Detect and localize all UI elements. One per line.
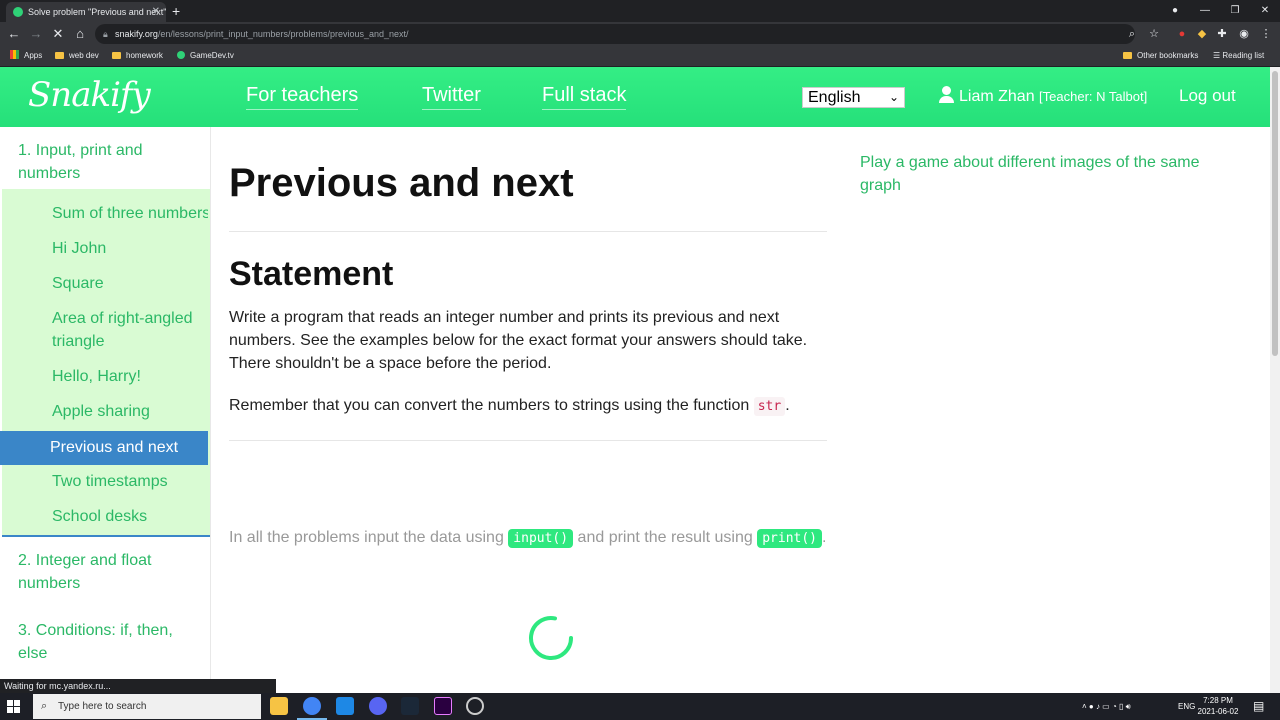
loading-spinner-icon — [529, 616, 573, 660]
print-code: print() — [757, 529, 823, 548]
bookmarks-bar: Apps web dev homework GameDev.tv Other b… — [0, 46, 1280, 67]
tray-icons[interactable]: ˄ ● ♪ ▭ ◔ ▯ 🔊︎ — [1082, 693, 1131, 720]
remember-text: Remember that you can convert the number… — [229, 397, 790, 416]
sidebar-item-square[interactable]: Square — [52, 272, 208, 295]
bookmark-other[interactable]: Other bookmarks — [1123, 46, 1198, 66]
apps-grid-icon — [10, 50, 19, 59]
site-header: Snakify For teachers Twitter Full stack … — [0, 67, 1270, 127]
browser-status-bar: Waiting for mc.yandex.ru... — [0, 679, 276, 693]
taskbar-clock[interactable]: 7:28 PM 2021-06-02 — [1197, 695, 1239, 717]
discord-icon[interactable] — [369, 697, 387, 715]
input-language[interactable]: ENG — [1178, 693, 1195, 720]
sidebar-item-school-desks[interactable]: School desks — [52, 505, 208, 528]
search-icon: ⌕ — [41, 700, 48, 712]
sidebar-item-hi-john[interactable]: Hi John — [52, 237, 208, 260]
home-icon[interactable]: ⌂ — [70, 24, 90, 44]
reading-list[interactable]: ☰ Reading list — [1213, 46, 1264, 66]
folder-icon — [112, 52, 121, 59]
url-host: snakify.org — [115, 29, 158, 39]
extension-shield-icon[interactable]: ◆ — [1194, 26, 1210, 42]
sidebar-item-two-timestamps[interactable]: Two timestamps — [52, 470, 208, 493]
windows-taskbar: ⌕ Type here to search ˄ ● ♪ ▭ ◔ ▯ 🔊︎ ENG… — [0, 693, 1280, 720]
sidebar-item-sum-of-three-numbers[interactable]: Sum of three numbers — [52, 202, 208, 225]
new-tab-button[interactable]: + — [172, 1, 180, 21]
logout-link[interactable]: Log out — [1179, 86, 1236, 106]
snakify-favicon-icon — [13, 7, 23, 17]
minimize-window-icon[interactable]: — — [1190, 0, 1220, 22]
snakify-logo[interactable]: Snakify — [28, 75, 151, 115]
vscode-icon[interactable] — [336, 697, 354, 715]
bookmark-apps[interactable]: Apps — [10, 46, 42, 66]
nav-for-teachers[interactable]: For teachers — [246, 84, 359, 110]
file-explorer-icon[interactable] — [270, 697, 288, 715]
zoom-icon[interactable]: ⌕ — [1124, 26, 1140, 42]
sidebar-item-hello-harry[interactable]: Hello, Harry! — [52, 365, 208, 388]
browser-tab-strip: Solve problem "Previous and next" ✕ + ● … — [0, 0, 1280, 22]
close-window-icon[interactable]: ✕ — [1250, 0, 1280, 22]
browser-tab[interactable]: Solve problem "Previous and next" ✕ — [6, 2, 166, 22]
extensions-puzzle-icon[interactable]: ✚ — [1214, 26, 1230, 42]
obs-icon[interactable] — [466, 697, 484, 715]
tab-title: Solve problem "Previous and next" — [28, 7, 166, 17]
statement-heading: Statement — [229, 255, 394, 293]
scrollbar-thumb[interactable] — [1272, 71, 1278, 356]
bookmark-star-icon[interactable]: ☆ — [1146, 26, 1162, 42]
profile-menu-icon[interactable]: ● — [1160, 0, 1190, 22]
input-output-note: In all the problems input the data using… — [229, 529, 827, 548]
forward-icon[interactable]: → — [26, 24, 46, 44]
user-icon — [938, 86, 955, 103]
steam-icon[interactable] — [401, 697, 419, 715]
section-input-print-numbers[interactable]: 1. Input, print and numbers — [18, 139, 198, 185]
windows-start-icon[interactable] — [7, 700, 20, 713]
statement-divider — [229, 440, 827, 441]
search-placeholder: Type here to search — [58, 701, 147, 712]
address-bar[interactable]: 🔒︎ snakify.org/en/lessons/print_input_nu… — [95, 24, 1135, 44]
section-integer-float[interactable]: 2. Integer and float numbers — [18, 549, 198, 595]
browser-menu-icon[interactable]: ⋮ — [1258, 26, 1274, 42]
nav-twitter[interactable]: Twitter — [422, 84, 481, 110]
url-path: /en/lessons/print_input_numbers/problems… — [157, 29, 409, 39]
gamedev-icon — [177, 51, 185, 59]
stop-loading-icon[interactable]: ✕ — [48, 24, 68, 44]
browser-toolbar: ← → ✕ ⌂ 🔒︎ snakify.org/en/lessons/print_… — [0, 22, 1280, 46]
chrome-icon[interactable] — [297, 697, 327, 720]
sidebar-item-apple-sharing[interactable]: Apple sharing — [52, 400, 208, 423]
nav-full-stack[interactable]: Full stack — [542, 84, 627, 110]
sidebar-item-previous-and-next[interactable]: Previous and next — [0, 431, 208, 465]
restore-window-icon[interactable]: ❐ — [1220, 0, 1250, 22]
lessons-sidebar: 1. Input, print and numbers Sum of three… — [0, 127, 211, 693]
lock-icon: 🔒︎ — [103, 29, 108, 39]
back-icon[interactable]: ← — [4, 24, 24, 44]
tab-close-icon[interactable]: ✕ — [152, 2, 160, 22]
str-code: str — [753, 397, 786, 416]
user-name: Liam Zhan — [959, 88, 1035, 105]
bookmark-web-dev[interactable]: web dev — [55, 46, 99, 66]
teacher-label: [Teacher: N Talbot] — [1039, 89, 1148, 104]
statement-text: Write a program that reads an integer nu… — [229, 309, 808, 372]
title-divider — [229, 231, 827, 232]
page-title: Previous and next — [229, 161, 574, 205]
language-value: English — [808, 89, 861, 106]
section-divider — [2, 535, 210, 537]
section-conditions[interactable]: 3. Conditions: if, then, else — [18, 619, 198, 665]
graph-game-link[interactable]: Play a game about different images of th… — [860, 151, 1240, 197]
profile-avatar-icon[interactable]: ◉ — [1236, 26, 1252, 42]
taskbar-search[interactable]: ⌕ Type here to search — [33, 694, 261, 719]
folder-icon — [1123, 52, 1132, 59]
premiere-icon[interactable] — [434, 697, 452, 715]
page-scrollbar[interactable] — [1270, 67, 1280, 693]
folder-icon — [55, 52, 64, 59]
input-code: input() — [508, 529, 574, 548]
bookmark-gamedev[interactable]: GameDev.tv — [177, 46, 234, 66]
language-select[interactable]: English ⌄ — [802, 87, 905, 108]
user-info[interactable]: Liam Zhan [Teacher: N Talbot] — [938, 86, 1147, 106]
web-page: Snakify For teachers Twitter Full stack … — [0, 67, 1270, 693]
chevron-down-icon: ⌄ — [888, 90, 899, 104]
reading-list-icon: ☰ — [1213, 51, 1223, 60]
notifications-icon[interactable]: ▤ — [1253, 693, 1264, 720]
bookmark-homework[interactable]: homework — [112, 46, 163, 66]
extension-adblock-icon[interactable]: ● — [1174, 26, 1190, 42]
sidebar-item-area-right-triangle[interactable]: Area of right-angled triangle — [52, 307, 208, 353]
